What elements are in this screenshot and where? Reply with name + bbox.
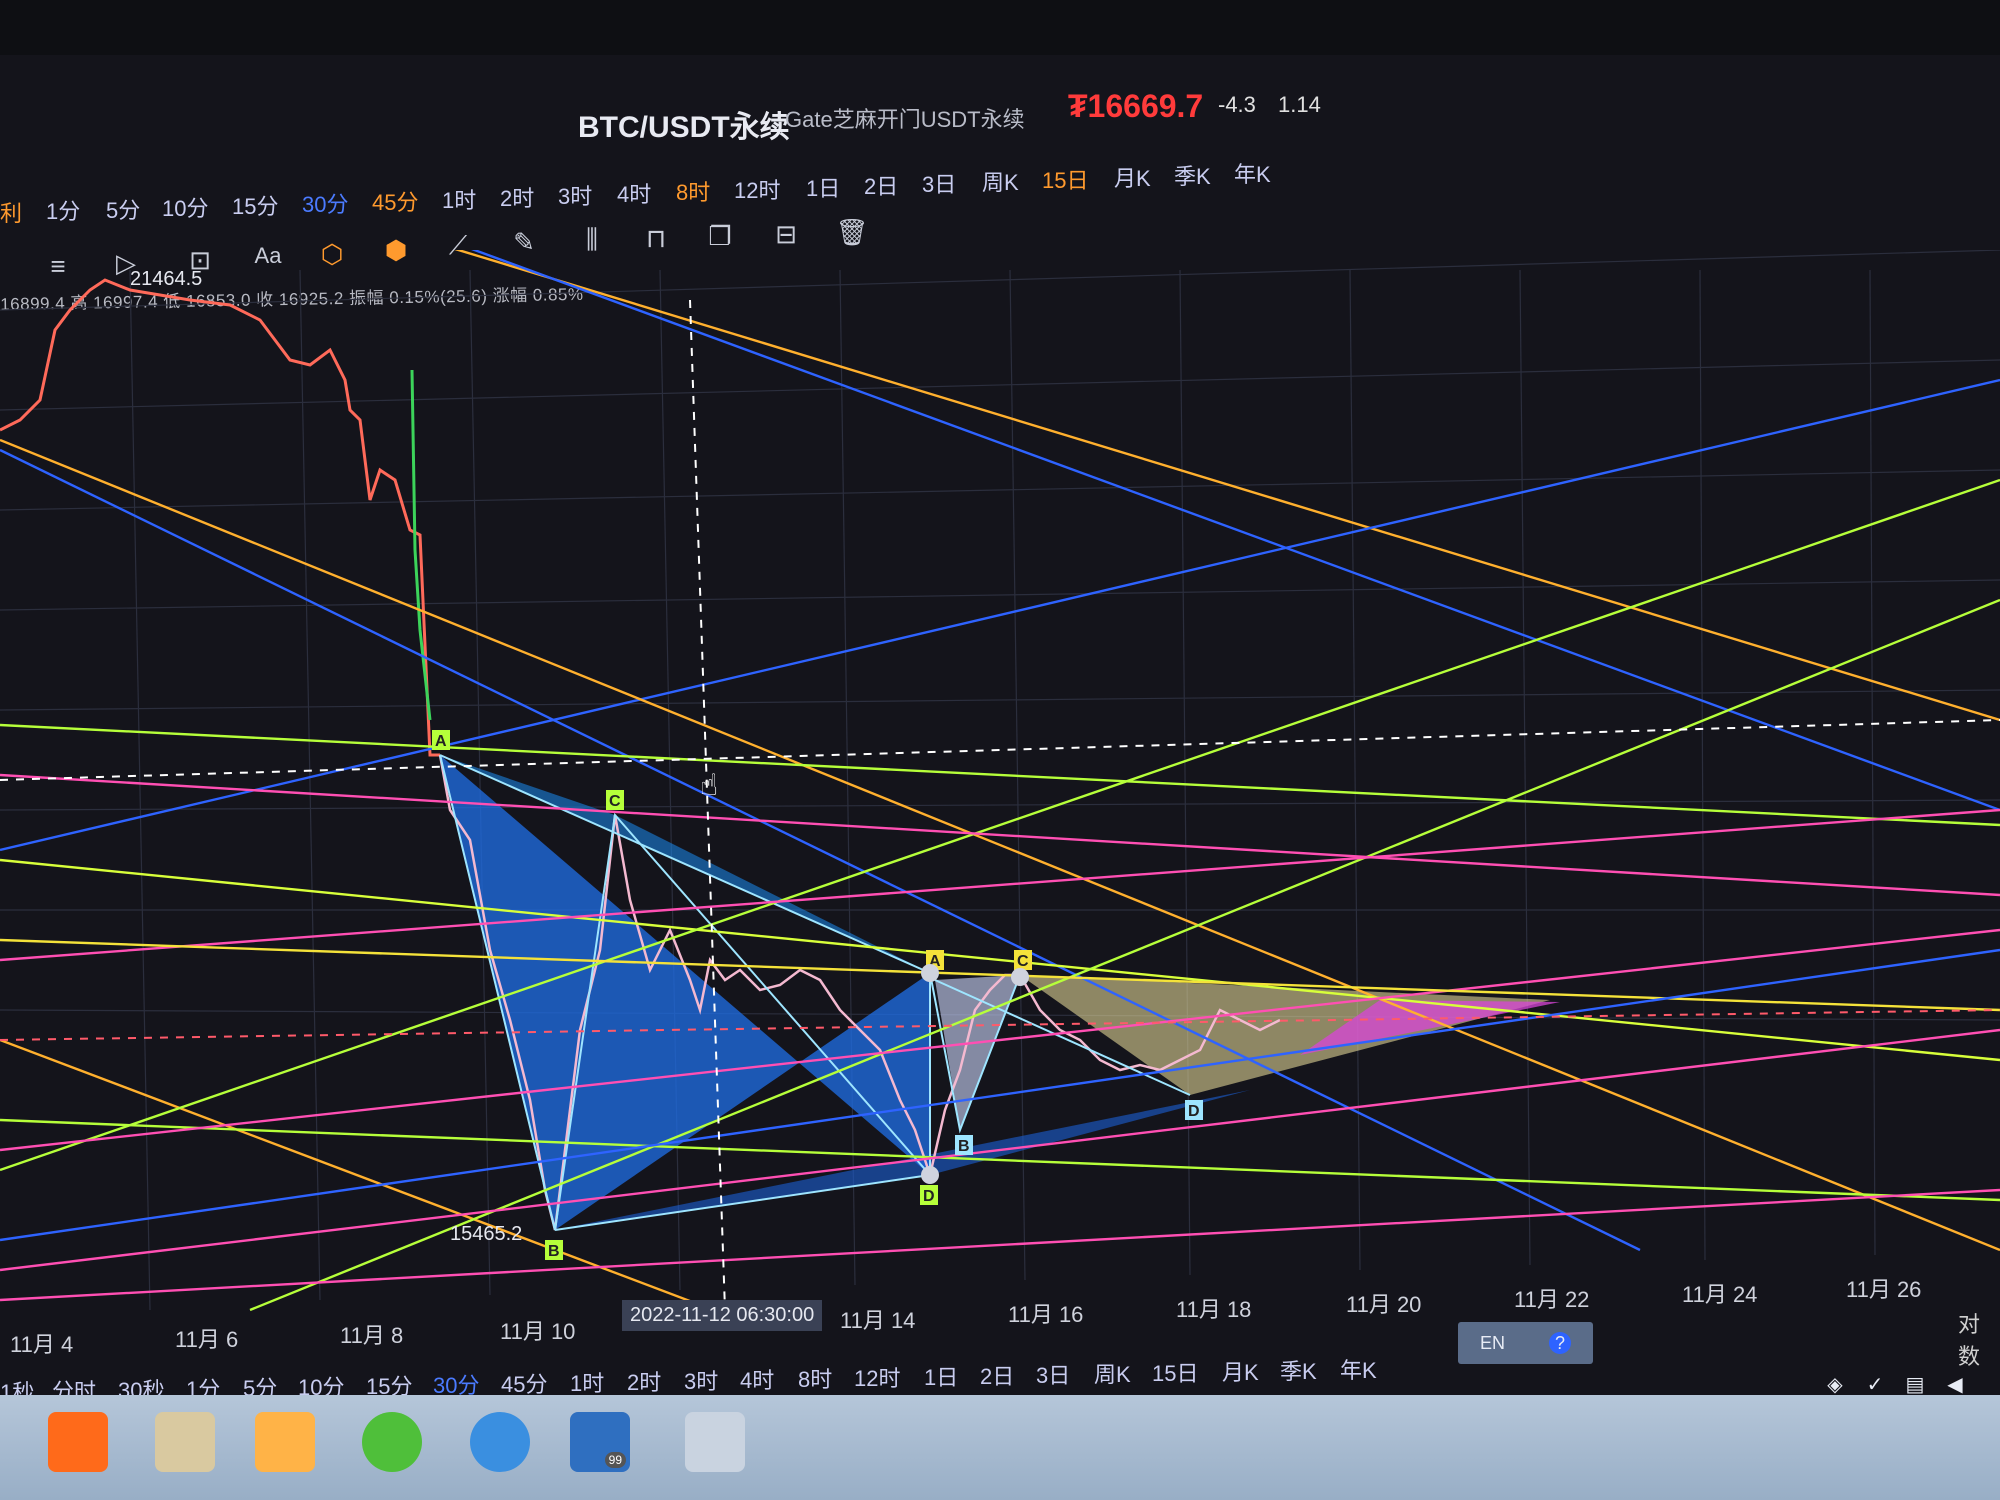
marker-b-1: B xyxy=(548,1243,560,1260)
hand-cursor-icon: ☝ xyxy=(700,769,718,802)
ime-help-icon[interactable]: ? xyxy=(1548,1332,1571,1354)
interval-1d[interactable]: 1日 xyxy=(924,1360,958,1392)
tray-network-icon[interactable]: ◈ xyxy=(1822,1372,1848,1398)
currency-icon: ₮ xyxy=(1068,88,1088,124)
interval-10m[interactable]: 10分 xyxy=(162,191,208,223)
interval-12h[interactable]: 12时 xyxy=(734,173,780,205)
interval-15m[interactable]: 15分 xyxy=(232,189,278,221)
symbol-title[interactable]: BTC/USDT永续 xyxy=(578,102,790,146)
media-app-icon[interactable] xyxy=(255,1412,315,1472)
interval-quarter[interactable]: 季K xyxy=(1280,1354,1317,1386)
trend-lines xyxy=(0,250,2000,1320)
copy-icon[interactable]: ❐ xyxy=(702,218,738,254)
interval-8h[interactable]: 8时 xyxy=(798,1362,832,1394)
interval-1h[interactable]: 1时 xyxy=(570,1366,604,1398)
interval-2d[interactable]: 2日 xyxy=(864,169,898,201)
interval-3h[interactable]: 3时 xyxy=(684,1364,718,1396)
trading-app-badge: 99 xyxy=(604,1452,626,1468)
pink-trendline-1 xyxy=(0,773,2000,897)
price-chart[interactable]: A B C D A B C D 21464.5 15465.2 ☝ xyxy=(0,250,2000,1320)
interval-week[interactable]: 周K xyxy=(982,165,1019,197)
blue-trendline-2 xyxy=(0,378,2000,852)
folder-app-icon[interactable] xyxy=(155,1412,215,1472)
interval-quarter[interactable]: 季K xyxy=(1174,159,1211,191)
price-line xyxy=(0,278,440,757)
xtick: 11月 4 xyxy=(10,1332,74,1357)
low-price-label: 15465.2 xyxy=(450,1223,522,1245)
interval-2h[interactable]: 2时 xyxy=(500,181,534,213)
interval-3d[interactable]: 3日 xyxy=(1036,1358,1070,1390)
ime-toolbar[interactable]: EN ? xyxy=(1458,1322,1593,1364)
orange-trendline-2 xyxy=(0,438,2000,1252)
crosshair-time-label: 2022-11-12 06:30:00 xyxy=(622,1300,823,1331)
xtick: 11月 6 xyxy=(175,1327,239,1352)
interval-4h[interactable]: 4时 xyxy=(617,177,651,209)
clear-icon[interactable]: ⊟ xyxy=(768,216,804,252)
handle-point xyxy=(921,1166,939,1184)
handle-point xyxy=(1011,968,1029,986)
green-trendline-2 xyxy=(0,858,2000,1062)
green-trendline-5 xyxy=(0,1118,2000,1202)
xtick: 11月 14 xyxy=(840,1308,916,1333)
interval-2h[interactable]: 2时 xyxy=(627,1365,661,1397)
interval-year[interactable]: 年K xyxy=(1340,1353,1377,1385)
xtick: 11月 26 xyxy=(1846,1277,1922,1302)
trading-app-icon[interactable]: 99 xyxy=(570,1412,630,1472)
xtick: 11月 24 xyxy=(1682,1282,1758,1307)
last-price: ₮16669.7 xyxy=(1068,88,1203,125)
marker-b-2: B xyxy=(958,1138,970,1155)
interval-2d[interactable]: 2日 xyxy=(980,1359,1014,1391)
ie-browser-app-icon[interactable] xyxy=(470,1412,530,1472)
xtick: 11月 18 xyxy=(1176,1297,1252,1322)
interval-12h[interactable]: 12时 xyxy=(854,1361,900,1393)
xtick: 11月 22 xyxy=(1514,1287,1590,1312)
interval-4h[interactable]: 4时 xyxy=(740,1363,774,1395)
pink-trendline-3 xyxy=(0,928,2000,1152)
interval-30m[interactable]: 30分 xyxy=(302,187,348,219)
interval-15d[interactable]: 15日 xyxy=(1152,1356,1198,1388)
price-change-pct: 1.14 xyxy=(1278,92,1321,117)
interval-week[interactable]: 周K xyxy=(1094,1357,1131,1389)
tray-security-icon[interactable]: ✓ xyxy=(1862,1372,1888,1398)
high-price-label: 21464.5 xyxy=(130,268,202,290)
last-price-value: 16669.7 xyxy=(1087,88,1204,124)
interval-month[interactable]: 月K xyxy=(1222,1355,1259,1387)
exchange-name: Gate芝麻开门USDT永续 xyxy=(785,107,1025,132)
xtick: 11月 10 xyxy=(500,1319,576,1344)
xtick: 11月 20 xyxy=(1346,1292,1422,1317)
interval-1m[interactable]: 1分 xyxy=(46,194,80,226)
calculator-app-icon[interactable] xyxy=(685,1412,745,1472)
interval-month[interactable]: 月K xyxy=(1114,161,1151,193)
handle-point xyxy=(921,964,939,982)
marker-d-1: D xyxy=(923,1188,935,1205)
marker-c-2: C xyxy=(1017,953,1029,970)
interval-1d[interactable]: 1日 xyxy=(806,171,840,203)
marker-a-1: A xyxy=(435,733,447,750)
browser-360-app-icon[interactable] xyxy=(362,1412,422,1472)
xtick: 11月 16 xyxy=(1008,1302,1084,1327)
interval-fragment: 利 xyxy=(0,201,23,226)
interval-1h[interactable]: 1时 xyxy=(442,183,476,215)
marker-c-1: C xyxy=(609,793,621,810)
taobao-app-icon[interactable] xyxy=(48,1412,108,1472)
price-change: -4.3 xyxy=(1218,92,1256,117)
interval-45m[interactable]: 45分 xyxy=(372,185,418,217)
tray-clipboard-icon[interactable]: ▤ xyxy=(1902,1372,1928,1398)
interval-year[interactable]: 年K xyxy=(1234,157,1271,189)
tray-volume-icon[interactable]: ◀ xyxy=(1942,1372,1968,1398)
interval-5m[interactable]: 5分 xyxy=(106,193,140,225)
interval-15d[interactable]: 15日 xyxy=(1042,163,1088,195)
interval-8h[interactable]: 8时 xyxy=(676,175,710,207)
blue-trendline-1 xyxy=(471,250,2000,812)
green-trendline-1 xyxy=(0,723,2000,827)
log-scale-toggle[interactable]: 对数 xyxy=(1958,1307,2000,1371)
interval-3d[interactable]: 3日 xyxy=(922,167,956,199)
trash-icon[interactable]: 🗑 xyxy=(834,214,870,250)
xtick: 11月 8 xyxy=(340,1323,404,1348)
ime-lang[interactable]: EN xyxy=(1480,1333,1505,1354)
interval-3h[interactable]: 3时 xyxy=(558,179,592,211)
marker-d-2: D xyxy=(1188,1103,1200,1120)
